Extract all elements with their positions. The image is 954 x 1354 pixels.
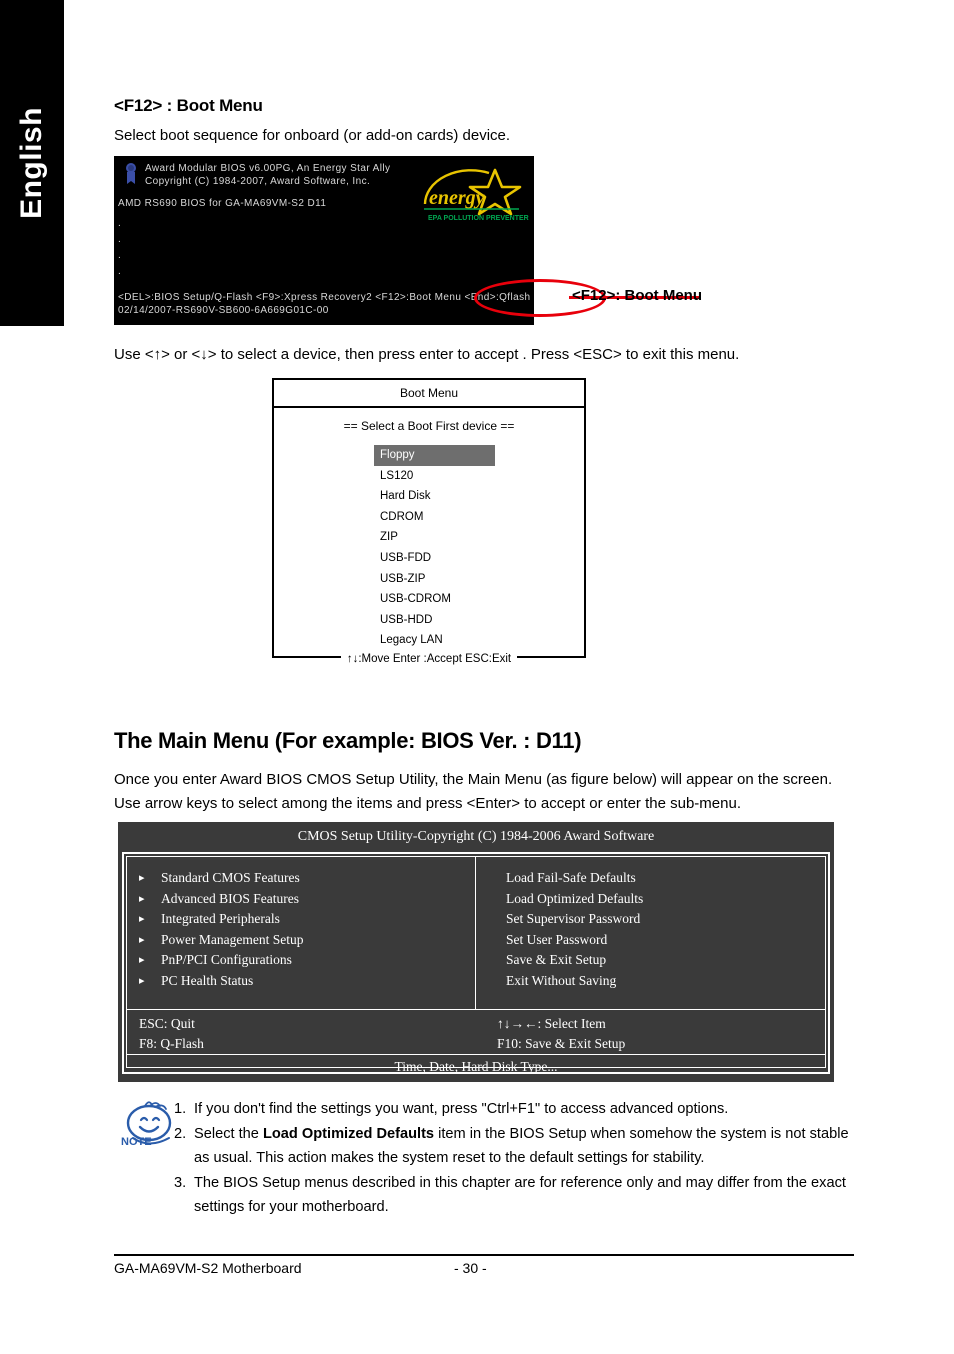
cmos-menu-item-label: PC Health Status bbox=[161, 972, 254, 988]
boot-device-item[interactable]: ZIP bbox=[374, 527, 584, 548]
bios-splash-screen: Award Modular BIOS v6.00PG, An Energy St… bbox=[114, 156, 534, 325]
bios-dot-4: . bbox=[118, 266, 122, 277]
triangle-right-icon: ▸ bbox=[139, 974, 145, 987]
cmos-menu-item-label: Standard CMOS Features bbox=[161, 870, 300, 885]
boot-device-item[interactable]: USB-CDROM bbox=[374, 589, 584, 610]
cmos-key-hint: F10: Save & Exit Setup bbox=[497, 1036, 626, 1051]
footer-product-name: GA-MA69VM-S2 Motherboard bbox=[114, 1260, 302, 1276]
main-menu-paragraph-1: Once you enter Award BIOS CMOS Setup Uti… bbox=[114, 771, 833, 788]
note-item-pre: Select the bbox=[194, 1125, 263, 1142]
bios-hotkey-line: <DEL>:BIOS Setup/Q-Flash <F9>:Xpress Rec… bbox=[118, 292, 531, 303]
footer-divider bbox=[114, 1254, 854, 1256]
boot-menu-footer-text: ↑↓:Move Enter :Accept ESC:Exit bbox=[340, 653, 518, 665]
cmos-menu-body: ▸ Standard CMOS Features ▸ Advanced BIOS… bbox=[127, 857, 825, 1009]
boot-device-item[interactable]: USB-FDD bbox=[374, 548, 584, 569]
note-item-number: 2. bbox=[174, 1125, 187, 1142]
cmos-menu-item-label: Integrated Peripherals bbox=[161, 911, 280, 927]
cmos-inner-frame: ▸ Standard CMOS Features ▸ Advanced BIOS… bbox=[126, 856, 826, 1074]
note-item-text: If you don't find the settings you want,… bbox=[194, 1097, 854, 1122]
cmos-menu-item[interactable]: ▸ PnP/PCI Configurations bbox=[127, 950, 475, 971]
note-smiley-icon: NOTE bbox=[121, 1101, 172, 1148]
cmos-right-column: Load Fail-Safe Defaults Load Optimized D… bbox=[476, 857, 825, 1009]
note-item-pre: The BIOS Setup menus described in this c… bbox=[194, 1174, 846, 1216]
language-tab-label: English bbox=[15, 107, 48, 219]
boot-device-item[interactable]: USB-HDD bbox=[374, 610, 584, 631]
boot-device-item[interactable]: Legacy LAN bbox=[374, 630, 584, 651]
cmos-menu-item-label: Power Management Setup bbox=[161, 931, 304, 947]
cmos-key-hint: ESC: Quit bbox=[139, 1016, 195, 1031]
boot-device-item[interactable]: Floppy bbox=[374, 445, 495, 466]
cmos-menu-item-label: Advanced BIOS Features bbox=[161, 890, 299, 906]
cmos-menu-item[interactable]: Load Fail-Safe Defaults bbox=[476, 868, 825, 889]
boot-device-item[interactable]: LS120 bbox=[374, 466, 584, 487]
boot-device-item[interactable]: USB-ZIP bbox=[374, 569, 584, 590]
boot-device-item[interactable]: Hard Disk bbox=[374, 486, 584, 507]
cmos-key-hint: ↑↓→←: Select Item bbox=[497, 1016, 606, 1031]
note-item-bold: Load Optimized Defaults bbox=[262, 1125, 435, 1142]
energy-logo-subtext: EPA POLLUTION PREVENTER bbox=[428, 215, 529, 222]
cmos-menu-item[interactable]: ▸ PC Health Status bbox=[127, 971, 475, 992]
note-item: 3. The BIOS Setup menus described in thi… bbox=[174, 1171, 854, 1220]
bios-line-2: Copyright (C) 1984-2007, Award Software,… bbox=[145, 176, 371, 187]
note-list: 1. If you don't find the settings you wa… bbox=[174, 1097, 854, 1220]
cmos-left-column: ▸ Standard CMOS Features ▸ Advanced BIOS… bbox=[127, 857, 476, 1009]
boot-menu-title: Boot Menu bbox=[274, 380, 584, 408]
cmos-menu-item[interactable]: ▸ Advanced BIOS Features bbox=[127, 889, 475, 910]
cmos-menu-item[interactable]: Load Optimized Defaults bbox=[476, 889, 825, 910]
triangle-right-icon: ▸ bbox=[139, 913, 145, 926]
cmos-menu-item[interactable]: Set Supervisor Password bbox=[476, 909, 825, 930]
bios-line-1: Award Modular BIOS v6.00PG, An Energy St… bbox=[145, 163, 391, 174]
triangle-right-icon: ▸ bbox=[139, 954, 145, 967]
cmos-key-legend-left: ESC: Quit F8: Q-Flash bbox=[127, 1010, 467, 1054]
note-item-text: The BIOS Setup menus described in this c… bbox=[194, 1171, 854, 1220]
triangle-right-icon: ▸ bbox=[139, 933, 145, 946]
bios-dot-1: . bbox=[118, 218, 122, 229]
triangle-right-icon: ▸ bbox=[139, 872, 145, 884]
note-item-number: 3. bbox=[174, 1174, 187, 1191]
bios-line-3: AMD RS690 BIOS for GA-MA69VM-S2 D11 bbox=[118, 198, 327, 209]
boot-menu-subtitle: == Select a Boot First device == bbox=[343, 419, 515, 433]
note-icon-label: NOTE bbox=[121, 1136, 152, 1148]
bios-dot-2: . bbox=[118, 234, 122, 245]
cmos-menu-item-label: PnP/PCI Configurations bbox=[161, 952, 292, 968]
note-item-text: Select the Load Optimized Defaults item … bbox=[194, 1122, 854, 1171]
cmos-menu-item[interactable]: ▸ Power Management Setup bbox=[127, 930, 475, 951]
svg-text:energy: energy bbox=[429, 187, 485, 209]
f12-section-heading: <F12> : Boot Menu bbox=[114, 96, 263, 115]
boot-device-item[interactable]: CDROM bbox=[374, 507, 584, 528]
note-item: 2. Select the Load Optimized Defaults it… bbox=[174, 1122, 854, 1171]
cmos-title-bar: CMOS Setup Utility-Copyright (C) 1984-20… bbox=[297, 829, 655, 844]
language-tab: English bbox=[0, 0, 64, 326]
footer-page-number: - 30 - bbox=[454, 1260, 487, 1276]
cmos-key-hint: F8: Q-Flash bbox=[139, 1036, 204, 1051]
cmos-key-legend-right: ↑↓→←: Select Item F10: Save & Exit Setup bbox=[467, 1010, 825, 1054]
cmos-menu-item[interactable]: ▸ Standard CMOS Features bbox=[127, 868, 475, 889]
main-menu-heading: The Main Menu (For example: BIOS Ver. : … bbox=[114, 728, 582, 753]
note-item: 1. If you don't find the settings you wa… bbox=[174, 1097, 854, 1122]
cmos-key-legend: ESC: Quit F8: Q-Flash ↑↓→←: Select Item … bbox=[127, 1009, 825, 1054]
triangle-right-icon: ▸ bbox=[139, 892, 145, 905]
boot-menu-dialog: Boot Menu == Select a Boot First device … bbox=[272, 378, 586, 665]
main-menu-paragraph-2: Use arrow keys to select among the items… bbox=[114, 795, 741, 812]
boot-device-list: Floppy LS120 Hard Disk CDROM ZIP USB-FDD… bbox=[274, 445, 584, 651]
cmos-outer-frame: ▸ Standard CMOS Features ▸ Advanced BIOS… bbox=[122, 852, 830, 1074]
energy-star-logo: energy EPA POLLUTION PREVENTER bbox=[423, 168, 529, 222]
cmos-status-bar: Time, Date, Hard Disk Type... bbox=[127, 1054, 825, 1081]
note-item-number: 1. bbox=[174, 1101, 187, 1117]
f12-callout-label: <F12>: Boot Menu bbox=[572, 287, 703, 304]
boot-menu-footer: ↑↓:Move Enter :Accept ESC:Exit bbox=[274, 653, 584, 665]
cmos-menu-item[interactable]: Save & Exit Setup bbox=[476, 950, 825, 971]
award-ribbon-icon bbox=[126, 163, 136, 184]
boot-menu-instruction: Use <↑> or <↓> to select a device, then … bbox=[114, 346, 740, 363]
cmos-menu-item[interactable]: ▸ Integrated Peripherals bbox=[127, 909, 475, 930]
bios-id-line: 02/14/2007-RS690V-SB600-6A669G01C-00 bbox=[118, 305, 329, 316]
bios-dot-3: . bbox=[118, 250, 122, 261]
f12-section-subtitle: Select boot sequence for onboard (or add… bbox=[114, 127, 511, 144]
cmos-menu-item[interactable]: Exit Without Saving bbox=[476, 971, 825, 992]
cmos-menu-item[interactable]: Set User Password bbox=[476, 930, 825, 951]
cmos-setup-utility: CMOS Setup Utility-Copyright (C) 1984-20… bbox=[118, 822, 834, 1082]
note-item-pre: If you don't find the settings you want,… bbox=[194, 1101, 729, 1117]
